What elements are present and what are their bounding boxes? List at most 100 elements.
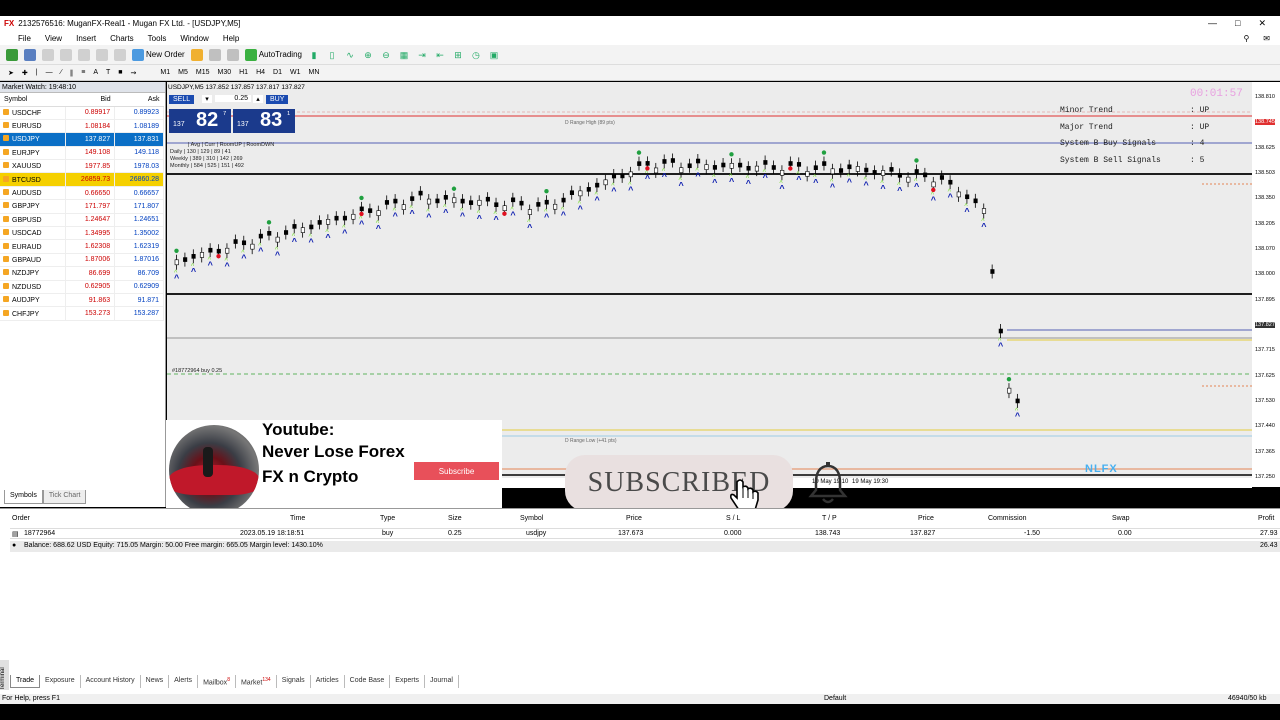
timeframe-h4[interactable]: H4 — [256, 69, 265, 76]
market-watch-row[interactable]: GBPUSD 1.24647 1.24651 — [0, 213, 164, 228]
text-icon[interactable]: A — [93, 69, 98, 76]
arrows-icon[interactable]: ⇝ — [131, 69, 137, 77]
trendline-icon[interactable]: ∕ — [61, 69, 62, 76]
market-watch-row[interactable]: USDJPY 137.827 137.831 — [0, 132, 164, 147]
col-commission[interactable]: Commission — [988, 515, 1027, 522]
vps-icon[interactable] — [226, 48, 239, 61]
col-cur-price[interactable]: Price — [918, 515, 934, 522]
market-watch-row[interactable]: GBPAUD 1.87006 1.87016 — [0, 253, 164, 268]
sell-button[interactable]: SELL — [169, 95, 195, 104]
terminal-tab-alerts[interactable]: Alerts — [169, 675, 199, 689]
periods-icon[interactable]: ◷ — [470, 49, 482, 61]
col-price[interactable]: Price — [626, 515, 642, 522]
terminal-tab-articles[interactable]: Articles — [311, 675, 345, 689]
timeframe-w1[interactable]: W1 — [290, 69, 301, 76]
terminal-tab-news[interactable]: News — [141, 675, 170, 689]
buy-price-box[interactable]: 137 83 1 — [233, 109, 295, 133]
market-watch-row[interactable]: GBPJPY 171.797 171.807 — [0, 199, 164, 214]
market-watch-row[interactable]: XAUUSD 1977.85 1978.03 — [0, 159, 164, 174]
market-watch-row[interactable]: EURJPY 149.108 149.118 — [0, 146, 164, 161]
navigator-icon[interactable] — [60, 48, 72, 61]
market-watch-row[interactable]: USDCAD 1.34995 1.35002 — [0, 226, 164, 241]
zoom-in-icon[interactable]: ⊕ — [362, 49, 374, 61]
col-size[interactable]: Size — [448, 515, 462, 522]
chart-shift-icon[interactable]: ⇤ — [434, 49, 446, 61]
market-watch-icon[interactable] — [42, 48, 54, 61]
menu-help[interactable]: Help — [223, 34, 239, 43]
col-symbol[interactable]: Symbol — [520, 515, 543, 522]
indicators-icon[interactable]: ⊞ — [452, 49, 464, 61]
menu-charts[interactable]: Charts — [110, 34, 134, 43]
market-watch-row[interactable]: EURUSD 1.08184 1.08189 — [0, 119, 164, 134]
menu-insert[interactable]: Insert — [76, 34, 96, 43]
market-watch-row[interactable]: AUDUSD 0.66650 0.66657 — [0, 186, 164, 201]
timeframe-m1[interactable]: M1 — [160, 69, 170, 76]
autotrading-button[interactable]: AutoTrading — [244, 48, 302, 61]
market-watch-row[interactable]: AUDJPY 91.863 91.871 — [0, 293, 164, 308]
autoscroll-icon[interactable]: ⇥ — [416, 49, 428, 61]
timeframe-m15[interactable]: M15 — [196, 69, 210, 76]
crosshair-icon[interactable]: ✚ — [22, 69, 28, 77]
maximize-icon[interactable]: □ — [1235, 18, 1240, 29]
lot-up-icon[interactable]: ▴ — [253, 95, 263, 103]
terminal-tab-journal[interactable]: Journal — [425, 675, 459, 689]
market-watch-row[interactable]: CHFJPY 153.273 153.287 — [0, 306, 164, 321]
templates-icon[interactable]: ▣ — [488, 49, 500, 61]
line-chart-icon[interactable]: ∿ — [344, 49, 356, 61]
channel-icon[interactable]: ∥ — [70, 69, 74, 77]
market-watch-row[interactable]: NZDJPY 86.699 86.709 — [0, 266, 164, 281]
tile-windows-icon[interactable]: ▦ — [398, 49, 410, 61]
strategy-tester-icon[interactable] — [114, 48, 126, 61]
chat-icon[interactable]: ✉ — [1263, 34, 1270, 43]
timeframe-mn[interactable]: MN — [308, 69, 319, 76]
terminal-tab-mailbox[interactable]: Mailbox8 — [198, 675, 236, 689]
column-bid[interactable]: Bid — [65, 93, 115, 107]
new-chart-icon[interactable] — [6, 48, 18, 61]
timeframe-m5[interactable]: M5 — [178, 69, 188, 76]
search-icon[interactable]: ⚲ — [1243, 34, 1249, 43]
col-profit[interactable]: Profit — [1258, 515, 1274, 522]
terminal-tab-signals[interactable]: Signals — [277, 675, 311, 689]
menu-window[interactable]: Window — [180, 34, 208, 43]
menu-tools[interactable]: Tools — [148, 34, 167, 43]
column-symbol[interactable]: Symbol — [0, 93, 66, 107]
terminal-tab-exposure[interactable]: Exposure — [40, 675, 81, 689]
candlestick-icon[interactable]: ▯ — [326, 49, 338, 61]
subscribe-button[interactable]: Subscribe — [414, 462, 499, 480]
terminal-tab-market[interactable]: Market134 — [236, 675, 277, 689]
minimize-icon[interactable]: — — [1208, 18, 1217, 29]
vertical-line-icon[interactable]: | — [36, 69, 38, 76]
col-sl[interactable]: S / L — [726, 515, 740, 522]
col-order[interactable]: Order — [12, 515, 30, 522]
menu-file[interactable]: File — [18, 34, 31, 43]
horizontal-line-icon[interactable]: — — [46, 69, 53, 76]
terminal-icon[interactable] — [96, 48, 108, 61]
col-swap[interactable]: Swap — [1112, 515, 1130, 522]
tab-symbols[interactable]: Symbols — [4, 490, 43, 504]
terminal-tab-code-base[interactable]: Code Base — [345, 675, 391, 689]
label-icon[interactable]: T — [106, 69, 110, 76]
metaeditor-icon[interactable] — [190, 48, 203, 61]
col-type[interactable]: Type — [380, 515, 395, 522]
col-tp[interactable]: T / P — [822, 515, 837, 522]
terminal-tab-account-history[interactable]: Account History — [81, 675, 141, 689]
shapes-icon[interactable]: ■ — [118, 69, 122, 76]
terminal-tab-trade[interactable]: Trade — [10, 675, 41, 689]
profiles-icon[interactable] — [24, 48, 36, 61]
market-watch-row[interactable]: EURAUD 1.62308 1.62319 — [0, 239, 164, 254]
wizard-icon[interactable] — [208, 48, 221, 61]
terminal-tab-experts[interactable]: Experts — [390, 675, 426, 689]
market-watch-row[interactable]: BTCUSD 26859.73 26860.28 — [0, 172, 164, 187]
order-row[interactable]: ▤ 18772964 2023.05.19 18:18:51 buy 0.25 … — [10, 528, 1280, 539]
bar-chart-icon[interactable]: ▮ — [308, 49, 320, 61]
market-watch-row[interactable]: NZDUSD 0.62905 0.62909 — [0, 280, 164, 294]
timeframe-h1[interactable]: H1 — [239, 69, 248, 76]
lot-down-icon[interactable]: ▾ — [202, 95, 212, 103]
cursor-icon[interactable]: ➤ — [8, 69, 14, 77]
col-time[interactable]: Time — [290, 515, 305, 522]
price-scale[interactable]: 138.810 138.745 138.625 138.503 138.350 138.2… — [1252, 82, 1280, 487]
new-order-button[interactable]: New Order — [132, 48, 185, 61]
buy-button[interactable]: BUY — [266, 95, 289, 104]
column-ask[interactable]: Ask — [114, 93, 164, 107]
menu-view[interactable]: View — [45, 34, 62, 43]
